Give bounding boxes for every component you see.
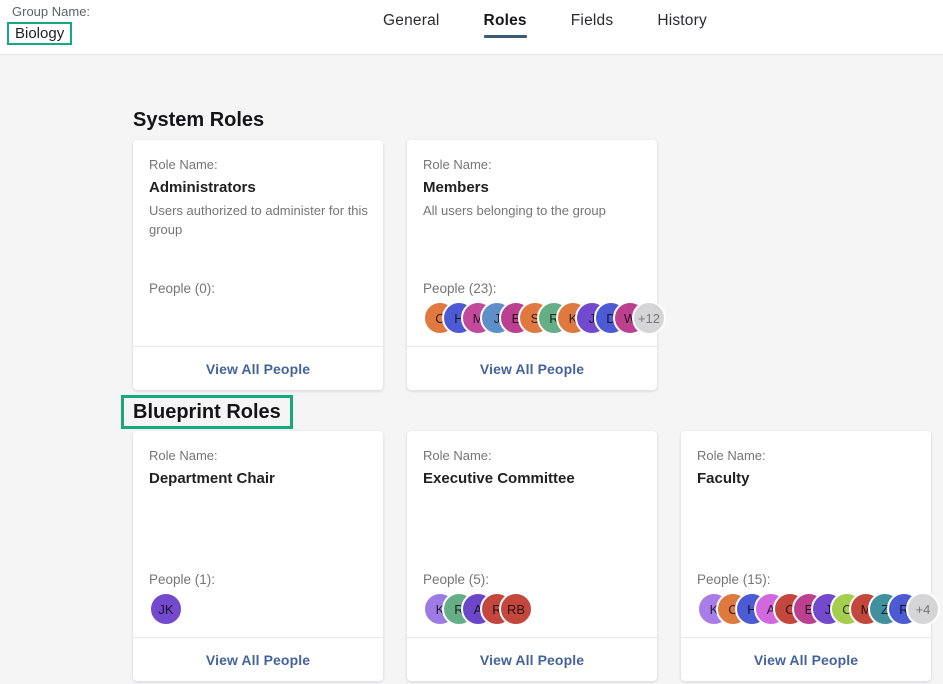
tab-general[interactable]: General [383,12,440,38]
roles-page-content: System Roles Role Name: Administrators User… [0,55,943,684]
people-count-label: People (23): [423,281,497,296]
role-name: Members [423,179,489,196]
tab-roles[interactable]: Roles [484,12,527,38]
tab-label: Roles [484,12,527,30]
role-name-label: Role Name: [149,157,218,172]
section-title-blueprint-roles: Blueprint Roles [121,395,293,429]
avatar-list: KRARRB [423,592,533,626]
view-all-people-link[interactable]: View All People [480,652,584,668]
role-name: Faculty [697,470,750,487]
group-name-label: Group Name: [12,4,90,19]
card-footer: View All People [133,346,383,390]
tab-fields[interactable]: Fields [571,12,614,38]
card-footer: View All People [407,346,657,390]
role-name-label: Role Name: [697,448,766,463]
avatar: JK [149,592,183,626]
people-count-label: People (0): [149,281,215,296]
tab-label: History [657,12,707,30]
tab-bar: General Roles Fields History [383,12,707,38]
cards-row: Role Name: Department Chair People (1): JK V… [133,431,943,681]
view-all-people-link[interactable]: View All People [480,361,584,377]
tab-history[interactable]: History [657,12,707,38]
avatar-list: CHMJESRKJDW+12 [423,301,666,335]
header: Group Name: Biology General Roles Fields Hi… [0,0,943,55]
section-title-system-roles: System Roles [133,107,943,133]
card-footer: View All People [407,637,657,681]
role-description: Users authorized to administer for this … [149,202,369,240]
card-footer: View All People [681,637,931,681]
people-count-label: People (5): [423,572,489,587]
tab-label: Fields [571,12,614,30]
avatar-overflow-count[interactable]: +4 [906,592,940,626]
card-footer: View All People [133,637,383,681]
tab-label: General [383,12,440,30]
active-tab-underline [484,35,527,38]
role-card-members: Role Name: Members All users belonging to … [407,140,657,390]
role-card-department-chair: Role Name: Department Chair People (1): JK V… [133,431,383,681]
role-name-label: Role Name: [149,448,218,463]
role-card-administrators: Role Name: Administrators Users authorized… [133,140,383,390]
role-card-faculty: Role Name:FacultyPeople (15):KCHACEJCMZR… [681,431,931,681]
avatar-list: JK [149,592,183,626]
role-description: All users belonging to the group [423,202,643,221]
role-name-label: Role Name: [423,157,492,172]
role-name-label: Role Name: [423,448,492,463]
people-count-label: People (1): [149,572,215,587]
role-card-executive-committee: Role Name: Executive Committee People (5):… [407,431,657,681]
role-name: Department Chair [149,470,275,487]
role-name: Administrators [149,179,256,196]
avatar-list: KCHACEJCMZR+4 [697,592,940,626]
group-name-block: Group Name: Biology [12,4,90,45]
role-name: Executive Committee [423,470,575,487]
avatar: RB [499,592,533,626]
avatar-overflow-count[interactable]: +12 [632,301,666,335]
cards-row: Role Name: Administrators Users authorized… [133,140,943,390]
view-all-people-link[interactable]: View All People [206,652,310,668]
view-all-people-link[interactable]: View All People [206,361,310,377]
people-count-label: People (15): [697,572,771,587]
group-name-value[interactable]: Biology [7,22,72,45]
view-all-people-link[interactable]: View All People [754,652,858,668]
